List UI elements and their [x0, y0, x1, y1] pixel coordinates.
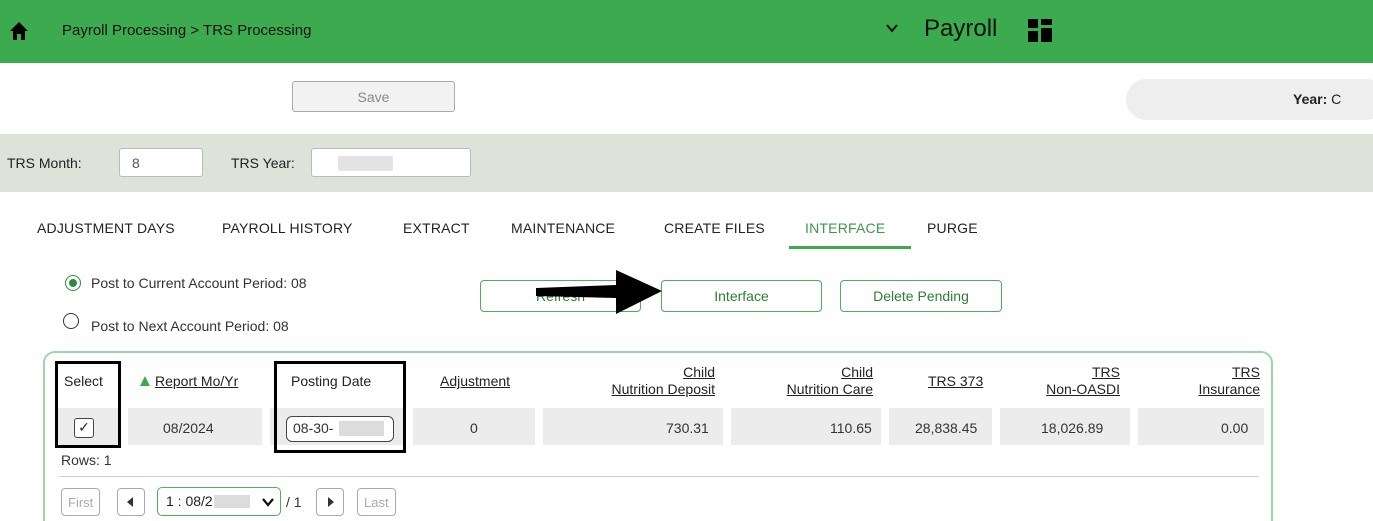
year-value: C	[1331, 91, 1342, 107]
tab-maintenance[interactable]: MAINTENANCE	[511, 220, 615, 236]
last-page-button[interactable]: Last	[357, 488, 396, 516]
home-icon[interactable]	[9, 21, 29, 41]
cell-report-mo-yr: 08/2024	[163, 420, 214, 436]
trs-year-label: TRS Year:	[231, 155, 295, 171]
annotation-arrow-icon	[536, 270, 662, 314]
header-report-mo-yr[interactable]: Report Mo/Yr	[140, 373, 238, 390]
year-indicator: Year: C	[1293, 91, 1341, 107]
header-report-label: Report Mo/Yr	[155, 373, 239, 389]
tab-extract[interactable]: EXTRACT	[403, 220, 470, 236]
action-bar: Save Year: C	[0, 63, 1373, 134]
chevron-down-icon[interactable]	[885, 22, 899, 34]
header-line: Nutrition Deposit	[611, 381, 716, 397]
post-current-radio[interactable]	[65, 275, 81, 291]
header-line: TRS	[1092, 364, 1120, 380]
year-label: Year:	[1293, 91, 1328, 107]
header-trs-non-oasdi[interactable]: TRS Non-OASDI	[1030, 364, 1120, 398]
highlight-select-column	[55, 361, 121, 448]
save-button[interactable]: Save	[292, 81, 455, 112]
caret-right-icon	[328, 497, 334, 507]
tab-purge[interactable]: PURGE	[927, 220, 978, 236]
caret-left-icon	[127, 497, 133, 507]
filter-bar: TRS Month: 8 TRS Year:	[0, 134, 1373, 192]
header-child-nutrition-care[interactable]: Child Nutrition Care	[760, 364, 873, 398]
header-child-nutrition-deposit[interactable]: Child Nutrition Deposit	[580, 364, 716, 398]
trs-month-input[interactable]: 8	[119, 148, 203, 177]
module-title[interactable]: Payroll	[924, 15, 997, 43]
tab-create-files[interactable]: CREATE FILES	[664, 220, 765, 236]
top-bar: Payroll Processing > TRS Processing Payr…	[0, 0, 1373, 63]
next-page-button[interactable]	[316, 488, 344, 516]
page-count: / 1	[286, 494, 302, 510]
active-tab-indicator	[789, 246, 911, 249]
header-line: Child	[683, 364, 715, 380]
trs-month-label: TRS Month:	[7, 155, 82, 171]
post-next-radio[interactable]	[63, 313, 79, 329]
tab-adjustment-days[interactable]: ADJUSTMENT DAYS	[37, 220, 175, 236]
divider	[59, 476, 1259, 477]
cell-trs-373: 28,838.45	[915, 420, 978, 436]
breadcrumb: Payroll Processing > TRS Processing	[62, 22, 312, 39]
cell-trs-insurance: 0.00	[1221, 420, 1249, 436]
first-page-button[interactable]: First	[61, 488, 101, 516]
highlight-posting-date-column	[274, 361, 406, 453]
chevron-down-icon	[262, 498, 274, 507]
page-select-value: 1 : 08/2	[166, 493, 213, 509]
trs-year-input[interactable]	[311, 148, 471, 177]
tab-payroll-history[interactable]: PAYROLL HISTORY	[222, 220, 353, 236]
page-select[interactable]: 1 : 08/2	[157, 487, 281, 516]
post-next-label: Post to Next Account Period: 08	[91, 318, 289, 334]
header-line: Child	[841, 364, 873, 380]
header-trs-insurance[interactable]: TRS Insurance	[1180, 364, 1260, 398]
cell-trs-non-oasdi: 18,026.89	[1041, 420, 1104, 436]
interface-button[interactable]: Interface	[661, 280, 822, 312]
header-trs-373[interactable]: TRS 373	[928, 373, 983, 390]
rows-count: Rows: 1	[61, 452, 112, 468]
sort-ascending-icon	[140, 376, 150, 386]
header-adjustment[interactable]: Adjustment	[440, 373, 510, 390]
tab-interface[interactable]: INTERFACE	[805, 220, 885, 236]
header-line: TRS	[1232, 364, 1260, 380]
cell-adjustment: 0	[470, 420, 478, 436]
dashboard-grid-icon[interactable]	[1028, 19, 1052, 42]
delete-pending-button[interactable]: Delete Pending	[840, 280, 1002, 312]
redacted-value	[214, 495, 250, 508]
post-current-label: Post to Current Account Period: 08	[91, 275, 307, 291]
header-line: Non-OASDI	[1046, 381, 1120, 397]
redacted-value	[338, 156, 393, 171]
prev-page-button[interactable]	[117, 488, 145, 516]
header-line: Nutrition Care	[786, 381, 873, 397]
header-line: Insurance	[1198, 381, 1260, 397]
cell-child-nutrition-deposit: 730.31	[666, 420, 709, 436]
cell-child-nutrition-care: 110.65	[830, 420, 872, 436]
